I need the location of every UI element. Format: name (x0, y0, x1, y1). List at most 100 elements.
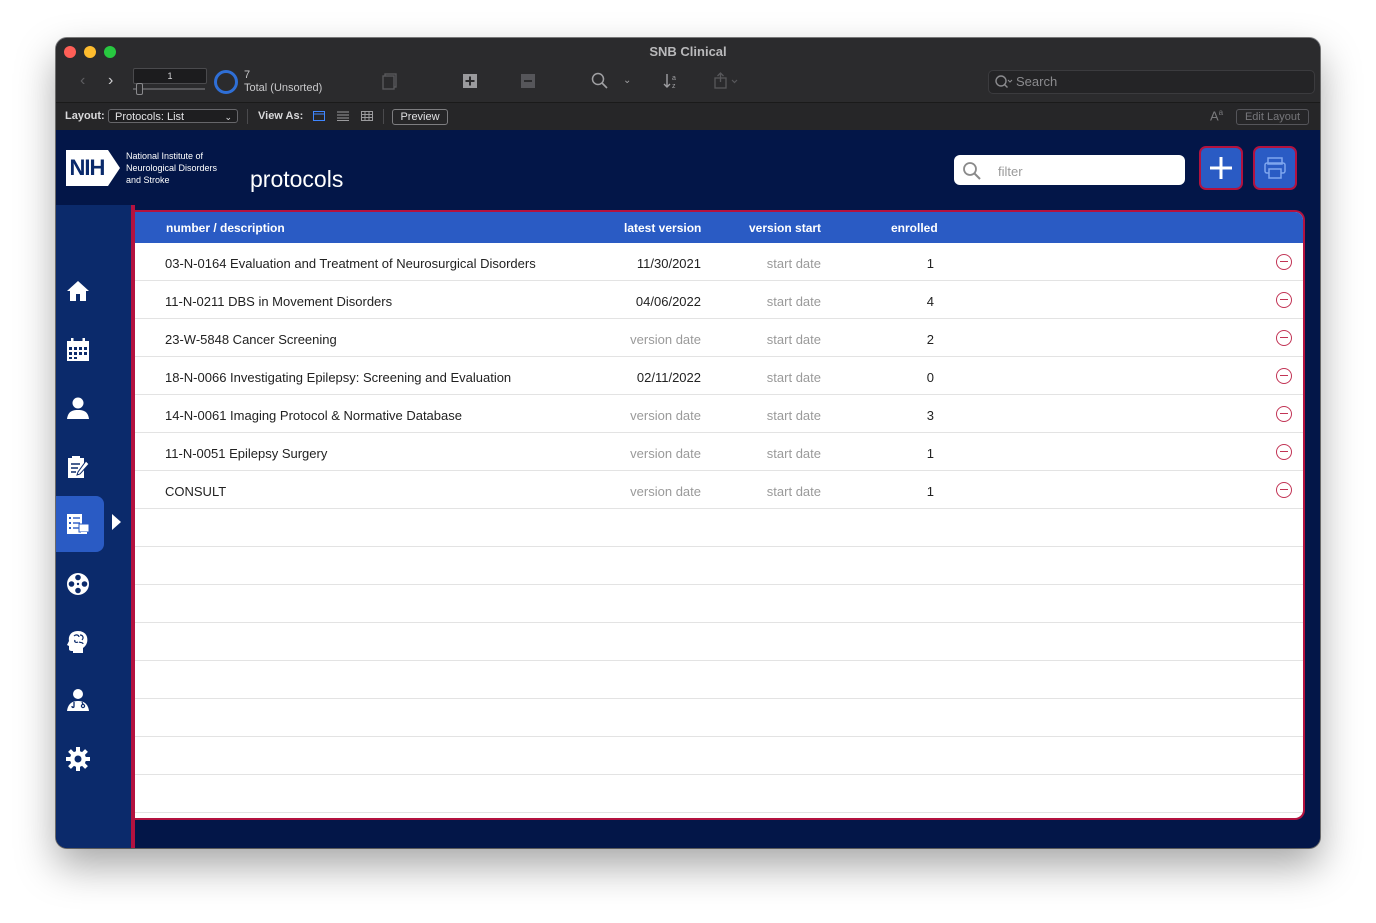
previous-record-icon[interactable]: ‹ (80, 72, 85, 90)
table-row[interactable]: 03-N-0164 Evaluation and Treatment of Ne… (135, 243, 1303, 281)
sidebar-item-patients[interactable] (56, 380, 104, 436)
filter-field[interactable] (954, 155, 1185, 185)
home-icon (67, 281, 89, 301)
table-row (135, 623, 1303, 661)
record-slider[interactable] (133, 88, 205, 90)
view-as-list-icon[interactable] (337, 111, 349, 121)
table-row (135, 737, 1303, 775)
sidebar-item-calendar[interactable] (56, 322, 104, 378)
remove-row-icon[interactable] (1276, 406, 1292, 422)
sidebar-item-notes[interactable] (56, 439, 104, 495)
preview-button[interactable]: Preview (392, 109, 448, 125)
toolbar-search-input[interactable]: Search (988, 70, 1315, 94)
svg-text:a: a (672, 75, 676, 82)
column-header-description[interactable]: number / description (166, 221, 285, 235)
sidebar-item-settings[interactable] (56, 731, 104, 787)
share-icon[interactable] (713, 72, 739, 95)
search-icon (993, 71, 1015, 98)
delete-record-icon[interactable] (521, 73, 535, 94)
add-protocol-button[interactable] (1199, 146, 1243, 190)
title-bar: SNB Clinical ‹ › 1 7 Total (Unsorted) ⌄ … (56, 38, 1320, 102)
clipboard-icon (68, 456, 90, 478)
brain-head-icon (67, 631, 88, 653)
remove-row-icon[interactable] (1276, 292, 1292, 308)
version-start: start date (766, 446, 821, 461)
protocol-description: 11-N-0211 DBS in Movement Disorders (165, 294, 393, 309)
film-reel-icon (67, 573, 89, 595)
sidebar-item-neurology[interactable] (56, 614, 104, 670)
column-header-latest-version[interactable]: latest version (624, 221, 701, 235)
protocol-description: 03-N-0164 Evaluation and Treatment of Ne… (165, 256, 536, 271)
view-as-table-icon[interactable] (361, 111, 373, 121)
enrolled-count: 1 (926, 256, 934, 271)
table-row (135, 775, 1303, 813)
table-row[interactable]: 11-N-0211 DBS in Movement Disorders 04/06… (135, 281, 1303, 319)
layout-select[interactable]: Protocols: List ⌄ (108, 109, 238, 123)
column-header-enrolled[interactable]: enrolled (891, 221, 938, 235)
institute-name-line: and Stroke (126, 175, 170, 185)
protocol-description: 18-N-0066 Investigating Epilepsy: Screen… (165, 370, 512, 385)
enrolled-count: 1 (926, 446, 934, 461)
sidebar-item-protocols[interactable] (56, 496, 121, 552)
calendar-icon (67, 338, 89, 361)
latest-version: 11/30/2021 (636, 256, 701, 271)
sidebar-item-providers[interactable] (56, 672, 104, 728)
active-indicator-caret-icon (112, 514, 121, 530)
protocol-description: 11-N-0051 Epilepsy Surgery (165, 446, 328, 461)
institute-name-line: National Institute of (126, 151, 204, 161)
print-icon (1264, 157, 1286, 179)
sidebar-item-home[interactable] (56, 263, 104, 319)
record-number-field[interactable]: 1 (133, 68, 207, 84)
table-row[interactable]: 23-W-5848 Cancer Screening version date st… (135, 319, 1303, 357)
latest-version: 02/11/2022 (636, 370, 701, 385)
next-record-icon[interactable]: › (108, 72, 113, 90)
version-start: start date (766, 370, 821, 385)
view-as-label: View As: (258, 110, 304, 122)
remove-row-icon[interactable] (1276, 444, 1292, 460)
protocols-icon (67, 514, 90, 534)
table-row[interactable]: CONSULT version date start date 1 (135, 471, 1303, 509)
latest-version: version date (630, 408, 701, 423)
search-icon (962, 161, 982, 186)
search-placeholder: Search (1016, 74, 1058, 89)
plus-icon (1210, 157, 1232, 179)
sidebar-nav (56, 205, 131, 848)
table-row[interactable]: 11-N-0051 Epilepsy Surgery version date st… (135, 433, 1303, 471)
filter-input[interactable] (996, 160, 1180, 182)
doctor-icon (67, 689, 89, 711)
table-header: number / description latest version vers… (135, 212, 1303, 243)
remove-row-icon[interactable] (1276, 368, 1292, 384)
latest-version: version date (630, 484, 701, 499)
chevron-down-icon: ⌄ (224, 112, 232, 122)
new-record-icon[interactable] (462, 73, 478, 94)
sidebar-item-media[interactable] (56, 556, 104, 612)
person-icon (67, 397, 89, 419)
enrolled-count: 4 (926, 294, 934, 309)
enrolled-count: 2 (926, 332, 934, 347)
protocols-table: number / description latest version vers… (135, 210, 1305, 820)
version-start: start date (766, 332, 821, 347)
version-start: start date (766, 408, 821, 423)
print-button[interactable] (1253, 146, 1297, 190)
find-menu-chevron-icon[interactable]: ⌄ (623, 75, 631, 86)
table-row[interactable]: 18-N-0066 Investigating Epilepsy: Screen… (135, 357, 1303, 395)
edit-layout-button[interactable]: Edit Layout (1236, 109, 1309, 125)
text-format-icon[interactable]: Aa (1210, 108, 1223, 123)
latest-version: version date (630, 332, 701, 347)
table-row[interactable]: 14-N-0061 Imaging Protocol & Normative D… (135, 395, 1303, 433)
remove-row-icon[interactable] (1276, 482, 1292, 498)
view-as-form-icon[interactable] (313, 111, 325, 121)
latest-version: 04/06/2022 (635, 294, 701, 309)
remove-row-icon[interactable] (1276, 330, 1292, 346)
sort-icon[interactable]: az (663, 72, 681, 95)
layout-select-value: Protocols: List (115, 111, 185, 123)
column-header-version-start[interactable]: version start (749, 221, 821, 235)
table-row (135, 585, 1303, 623)
remove-row-icon[interactable] (1276, 254, 1292, 270)
find-icon[interactable] (591, 72, 609, 95)
enrolled-count: 3 (926, 408, 934, 423)
show-all-icon[interactable] (381, 72, 399, 95)
version-start: start date (766, 294, 821, 309)
table-row (135, 509, 1303, 547)
record-slider-thumb[interactable] (136, 83, 143, 95)
